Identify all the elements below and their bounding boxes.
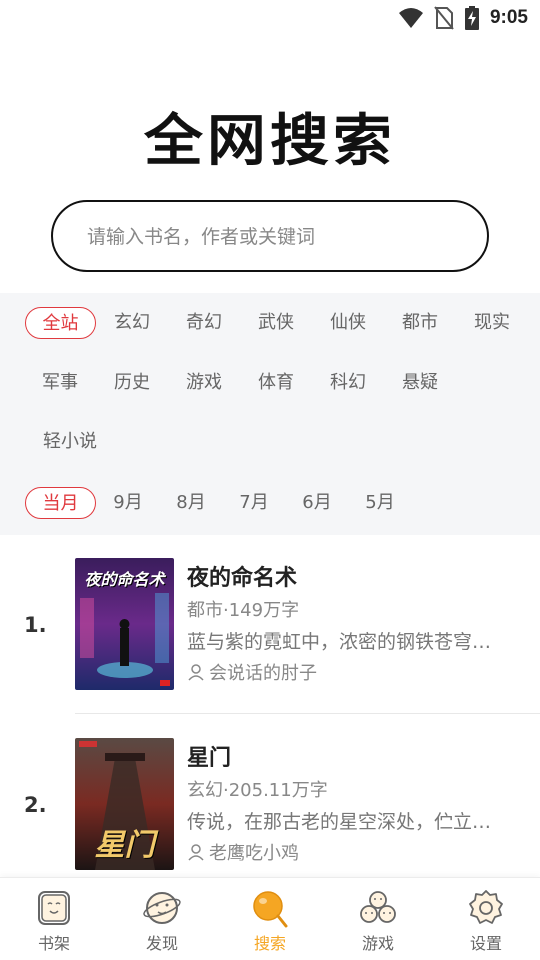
book-list-item[interactable]: 2. 星门 星门 玄幻·205.11万字 传说，在那古老的星空深处，伫立… 老鹰… — [0, 725, 540, 895]
nav-label: 设置 — [469, 934, 502, 953]
book-author: 老鹰吃小鸡 — [187, 839, 299, 865]
category-all[interactable]: 全站 — [25, 307, 96, 339]
status-icons: 9:05 — [398, 6, 528, 30]
nav-label: 游戏 — [361, 934, 394, 953]
book-meta: 玄幻·205.11万字 — [187, 780, 328, 801]
search-icon — [253, 891, 288, 928]
month-9[interactable]: 9月 — [104, 487, 152, 519]
category-kehuan[interactable]: 科幻 — [316, 367, 380, 399]
settings-icon — [469, 890, 503, 924]
filter-panel: 全站 玄幻 奇幻 武侠 仙侠 都市 现实 军事 历史 游戏 体育 科幻 悬疑 轻… — [0, 293, 540, 535]
book-rank: 2. — [24, 793, 47, 817]
month-7[interactable]: 7月 — [230, 487, 278, 519]
battery-charging-icon — [464, 6, 479, 30]
category-youxi[interactable]: 游戏 — [172, 367, 236, 399]
book-author-name: 会说话的肘子 — [209, 663, 317, 684]
category-xuanhuan[interactable]: 玄幻 — [100, 307, 164, 339]
discover-icon — [143, 892, 181, 924]
month-6[interactable]: 6月 — [293, 487, 341, 519]
nav-settings[interactable]: 设置 — [446, 888, 526, 954]
game-icon — [360, 891, 396, 923]
user-icon — [188, 664, 204, 681]
month-current[interactable]: 当月 — [25, 487, 96, 519]
book-title: 夜的命名术 — [187, 566, 298, 591]
nav-discover[interactable]: 发现 — [122, 888, 202, 954]
book-description: 蓝与紫的霓虹中，浓密的钢铁苍穹… — [187, 631, 492, 653]
book-author: 会说话的肘子 — [187, 659, 317, 685]
category-xianxia[interactable]: 仙侠 — [316, 307, 380, 339]
book-description: 传说，在那古老的星空深处，伫立… — [187, 811, 492, 833]
page-title: 全网搜索 — [144, 109, 396, 174]
nav-label: 发现 — [145, 934, 178, 953]
nav-bookshelf[interactable]: 书架 — [14, 888, 94, 954]
month-8[interactable]: 8月 — [167, 487, 215, 519]
book-cover[interactable]: 星门 — [75, 738, 174, 870]
category-xuanyi[interactable]: 悬疑 — [388, 367, 452, 399]
nav-label: 搜索 — [253, 934, 286, 953]
category-lishi[interactable]: 历史 — [100, 367, 164, 399]
book-cover[interactable]: 夜的命名术 — [75, 558, 174, 690]
book-cover-title: 夜的命名术 — [84, 570, 165, 589]
book-author-name: 老鹰吃小鸡 — [209, 843, 299, 864]
nav-game[interactable]: 游戏 — [338, 888, 418, 954]
book-rank: 1. — [24, 613, 47, 637]
nav-search[interactable]: 搜索 — [230, 888, 310, 954]
book-list-item[interactable]: 1. 夜的命名术 夜的命名术 都市·149万字 蓝与紫的霓虹中，浓密的钢铁苍穹… — [0, 545, 540, 715]
search-box[interactable] — [51, 200, 489, 272]
status-time: 9:05 — [489, 7, 528, 28]
search-input[interactable] — [87, 222, 447, 252]
category-light-novel[interactable]: 轻小说 — [30, 426, 110, 458]
book-title: 星门 — [187, 746, 232, 771]
bookshelf-icon — [38, 891, 70, 925]
no-sim-icon — [434, 6, 454, 30]
category-xianshi[interactable]: 现实 — [460, 307, 524, 339]
user-icon — [188, 844, 204, 861]
category-dushi[interactable]: 都市 — [388, 307, 452, 339]
list-divider — [75, 713, 540, 714]
month-5[interactable]: 5月 — [356, 487, 404, 519]
book-cover-title: 星门 — [94, 828, 155, 863]
wifi-icon — [398, 8, 423, 28]
category-junshi[interactable]: 军事 — [28, 367, 92, 399]
bottom-nav: 书架 发现 搜索 游戏 设置 — [0, 877, 540, 960]
category-wuxia[interactable]: 武侠 — [244, 307, 308, 339]
nav-label: 书架 — [37, 934, 70, 953]
book-meta: 都市·149万字 — [187, 600, 300, 621]
status-bar: 9:05 — [0, 0, 540, 36]
category-tiyu[interactable]: 体育 — [244, 367, 308, 399]
category-qihuan[interactable]: 奇幻 — [172, 307, 236, 339]
